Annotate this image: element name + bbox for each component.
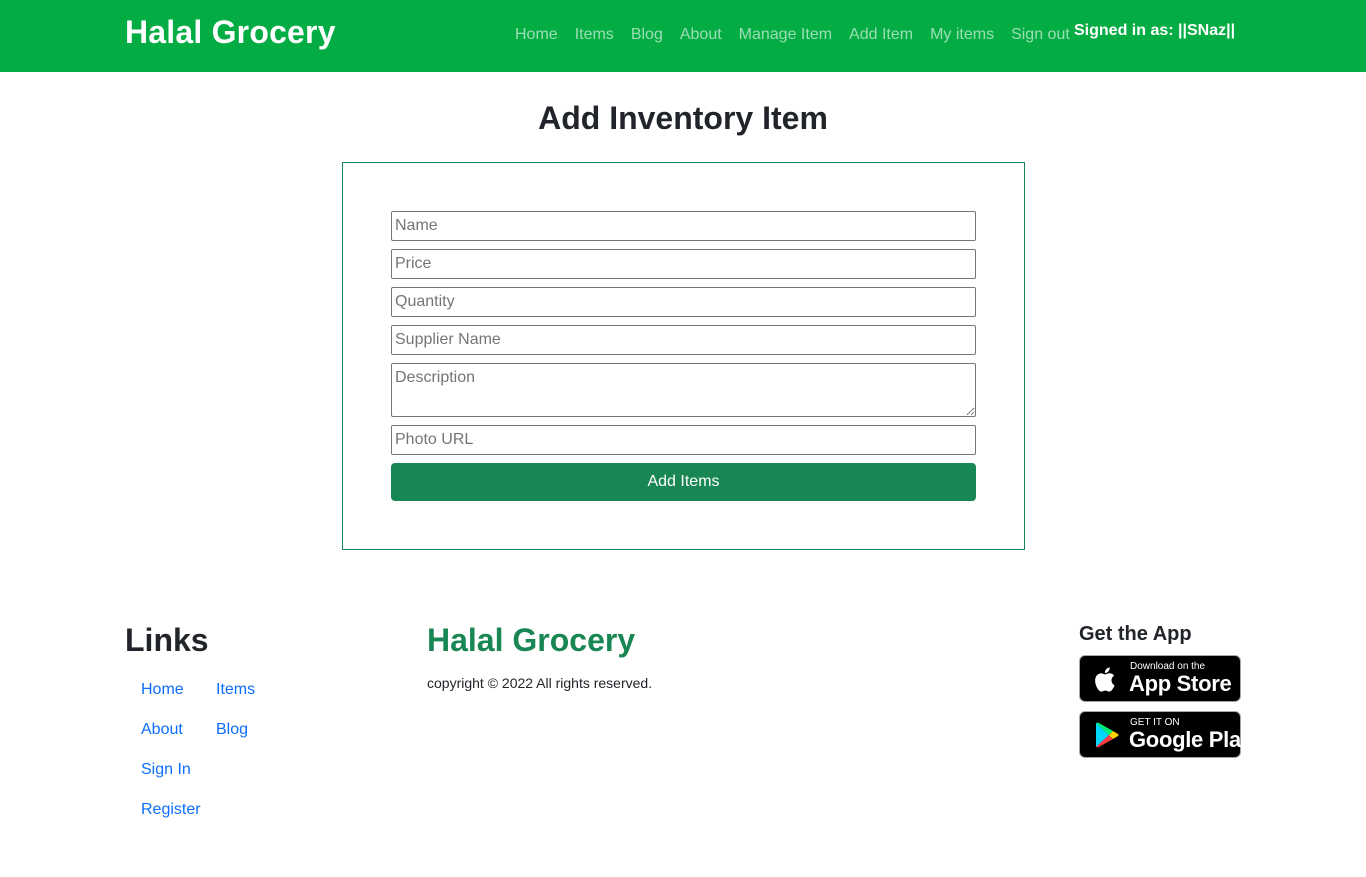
quantity-input[interactable] (391, 287, 976, 317)
apple-icon (1095, 667, 1115, 692)
footer-links-title: Links (125, 622, 209, 658)
signed-in-user: Signed in as: ||SNaz|| (1074, 22, 1236, 39)
google-play-badge[interactable]: GET IT ON Google Play (1079, 711, 1253, 758)
nav-link-blog[interactable]: Blog (631, 26, 663, 44)
price-input[interactable] (391, 249, 976, 279)
get-app-title: Get the App (1079, 623, 1192, 645)
nav-link-home[interactable]: Home (515, 26, 558, 44)
footer-link-home[interactable]: Home (141, 681, 184, 699)
brand-logo[interactable]: Halal Grocery (125, 14, 336, 51)
footer-link-sign-in[interactable]: Sign In (141, 761, 191, 779)
footer-link-items[interactable]: Items (216, 681, 255, 699)
add-item-form: Add Items (342, 162, 1025, 550)
footer-link-about[interactable]: About (141, 721, 183, 739)
app-store-big-text: App Store (1129, 671, 1232, 696)
supplier-name-input[interactable] (391, 325, 976, 355)
nav-links: Home Items Blog About Manage Item Add It… (515, 26, 1087, 44)
google-play-icon (1096, 722, 1119, 748)
add-items-button[interactable]: Add Items (391, 463, 976, 501)
nav-link-sign-out[interactable]: Sign out (1011, 26, 1070, 44)
navbar: Halal Grocery Home Items Blog About Mana… (0, 0, 1366, 72)
footer-brand: Halal Grocery (427, 622, 636, 658)
nav-link-about[interactable]: About (680, 26, 722, 44)
description-textarea[interactable] (391, 363, 976, 417)
page-title: Add Inventory Item (538, 100, 828, 136)
google-play-big-text: Google Play (1129, 727, 1253, 752)
nav-link-my-items[interactable]: My items (930, 26, 994, 44)
name-input[interactable] (391, 211, 976, 241)
nav-link-add-item[interactable]: Add Item (849, 26, 913, 44)
photo-url-input[interactable] (391, 425, 976, 455)
footer-link-blog[interactable]: Blog (216, 721, 248, 739)
app-store-badge[interactable]: Download on the App Store (1079, 655, 1241, 702)
footer-link-register[interactable]: Register (141, 801, 201, 819)
nav-link-manage-item[interactable]: Manage Item (739, 26, 832, 44)
nav-link-items[interactable]: Items (575, 26, 614, 44)
copyright-text: copyright © 2022 All rights reserved. (427, 675, 653, 691)
